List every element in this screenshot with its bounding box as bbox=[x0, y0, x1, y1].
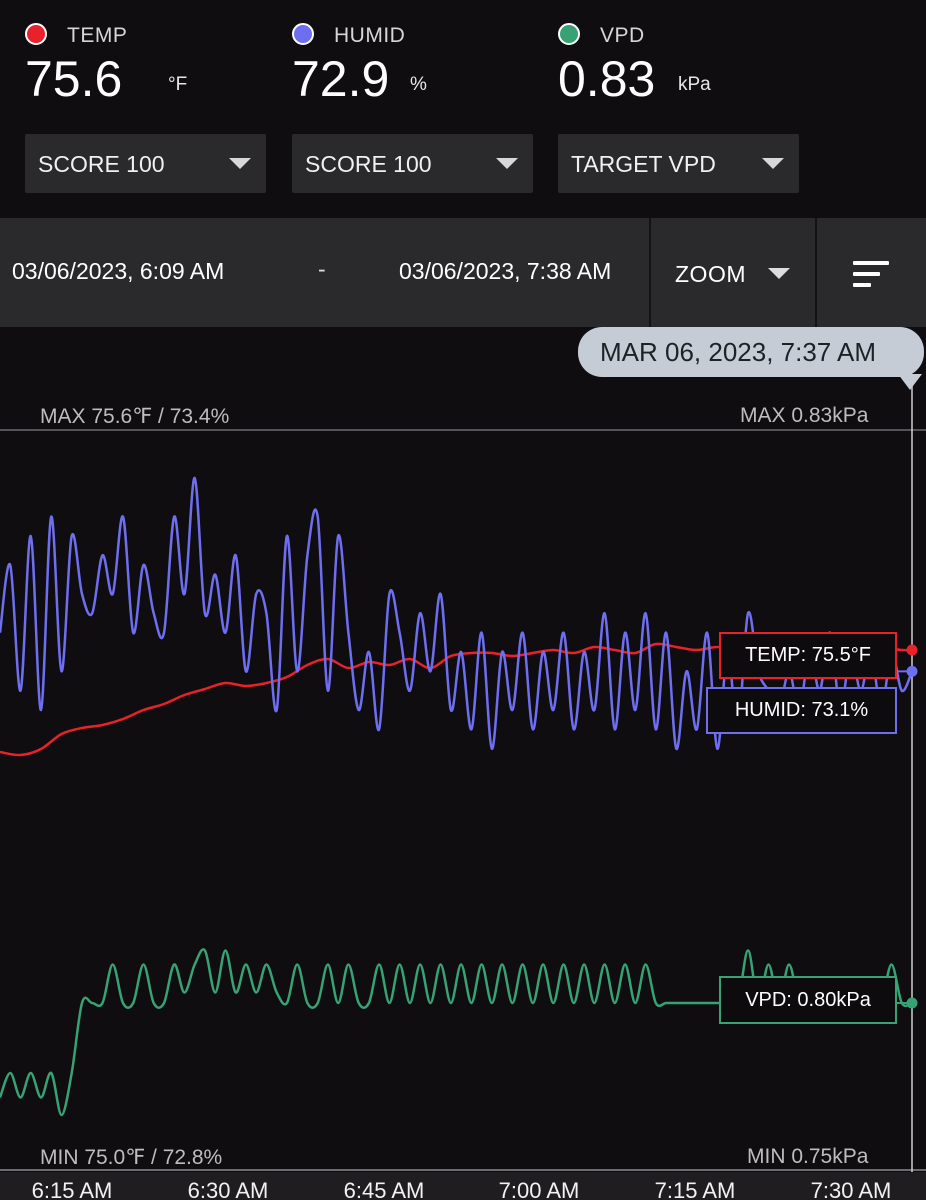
chart-area[interactable]: 6:15 AM 6:30 AM 6:45 AM 7:00 AM 7:15 AM 7:30 … bbox=[0, 327, 926, 1200]
divider bbox=[815, 218, 817, 327]
temp-legend-dot-icon bbox=[25, 23, 47, 45]
x-axis-bar bbox=[0, 1172, 926, 1200]
humid-score-dropdown-label: SCORE 100 bbox=[305, 151, 432, 177]
metric-humid-value: 72.9 bbox=[292, 51, 390, 107]
caret-down-icon bbox=[768, 268, 790, 279]
temp-score-dropdown-label: SCORE 100 bbox=[38, 151, 165, 177]
vpd-legend-dot-icon bbox=[558, 23, 580, 45]
metric-vpd-value: 0.83 bbox=[558, 51, 656, 107]
temp-value-tag: TEMP: 75.5°F bbox=[719, 632, 897, 679]
vpd-value-tag: VPD: 0.80kPa bbox=[719, 976, 897, 1024]
sort-icon[interactable] bbox=[853, 261, 889, 287]
metric-humid-label: HUMID bbox=[334, 24, 406, 47]
max-right-label: MAX 0.83kPa bbox=[740, 404, 869, 427]
humid-legend-dot-icon bbox=[292, 23, 314, 45]
x-tick-label: 6:30 AM bbox=[188, 1178, 269, 1200]
humid-cursor-point bbox=[906, 665, 918, 677]
x-tick-label: 6:45 AM bbox=[344, 1178, 425, 1200]
metric-vpd-label: VPD bbox=[600, 24, 645, 47]
cursor-time-tooltip: MAR 06, 2023, 7:37 AM bbox=[578, 327, 924, 377]
temp-tag-text: TEMP: 75.5°F bbox=[745, 644, 871, 666]
max-left-label: MAX 75.6℉ / 73.4% bbox=[40, 405, 230, 428]
range-end-date[interactable]: 03/06/2023, 7:38 AM bbox=[399, 258, 611, 285]
vpd-series-line bbox=[0, 948, 913, 1117]
vpd-tag-text: VPD: 0.80kPa bbox=[745, 989, 871, 1011]
metric-humid-unit: % bbox=[410, 74, 427, 95]
x-tick-label: 6:15 AM bbox=[32, 1178, 113, 1200]
metric-temp-unit: °F bbox=[168, 74, 188, 95]
range-start-date[interactable]: 03/06/2023, 6:09 AM bbox=[12, 258, 224, 285]
metric-vpd-unit: kPa bbox=[678, 74, 711, 95]
caret-down-icon bbox=[496, 158, 518, 169]
min-right-label: MIN 0.75kPa bbox=[747, 1145, 869, 1168]
humid-value-tag: HUMID: 73.1% bbox=[706, 687, 897, 734]
range-separator: - bbox=[318, 256, 326, 282]
x-tick-label: 7:30 AM bbox=[811, 1178, 892, 1200]
metric-temp-label: TEMP bbox=[67, 24, 128, 47]
humid-tag-text: HUMID: 73.1% bbox=[734, 699, 869, 721]
tooltip-pointer bbox=[898, 374, 922, 390]
date-range-bar: 03/06/2023, 6:09 AM - 03/06/2023, 7:38 A… bbox=[0, 218, 926, 327]
x-tick-label: 7:00 AM bbox=[499, 1178, 580, 1200]
temp-cursor-point bbox=[906, 644, 918, 656]
x-tick-label: 7:15 AM bbox=[655, 1178, 736, 1200]
chart-svg[interactable]: 6:15 AM 6:30 AM 6:45 AM 7:00 AM 7:15 AM 7:30 … bbox=[0, 327, 926, 1200]
humid-score-dropdown[interactable]: SCORE 100 bbox=[292, 134, 533, 193]
caret-down-icon bbox=[762, 158, 784, 169]
target-vpd-dropdown-label: TARGET VPD bbox=[571, 151, 716, 177]
caret-down-icon bbox=[229, 158, 251, 169]
target-vpd-dropdown[interactable]: TARGET VPD bbox=[558, 134, 799, 193]
cursor-time-text: MAR 06, 2023, 7:37 AM bbox=[600, 337, 877, 367]
min-left-label: MIN 75.0℉ / 72.8% bbox=[40, 1146, 223, 1169]
metrics-header: TEMP 75.6 °F HUMID 72.9 % VPD 0.83 kPa S… bbox=[0, 0, 926, 218]
metric-temp-value: 75.6 bbox=[25, 51, 123, 107]
vpd-cursor-point bbox=[906, 997, 918, 1009]
zoom-label: ZOOM bbox=[675, 261, 746, 287]
zoom-dropdown[interactable]: ZOOM bbox=[651, 218, 815, 327]
temp-score-dropdown[interactable]: SCORE 100 bbox=[25, 134, 266, 193]
